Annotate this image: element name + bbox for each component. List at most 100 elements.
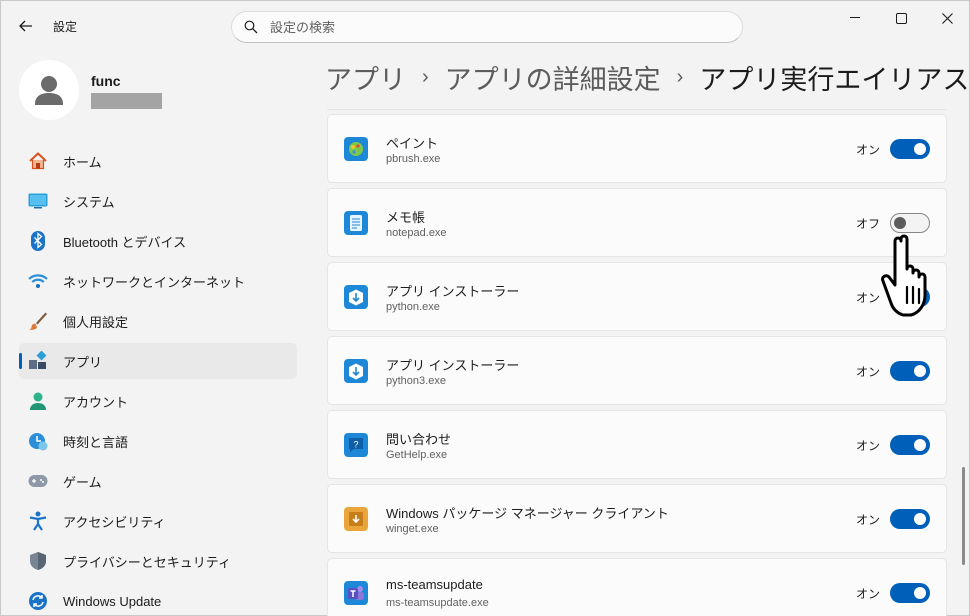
- scrollbar-thumb[interactable]: [962, 467, 965, 565]
- sidebar-item-label: アクセシビリティ: [63, 514, 166, 530]
- sidebar-item-privacy[interactable]: プライバシーとセキュリティ: [19, 543, 297, 579]
- toggle-knob: [914, 291, 926, 303]
- paint-icon: [344, 137, 368, 161]
- alias-row-python3: アプリ インストーラー python3.exe オン: [327, 336, 947, 405]
- app-name: ms-teamsupdate: [386, 577, 483, 592]
- sidebar-item-label: Bluetooth とデバイス: [63, 234, 187, 250]
- teams-icon: [344, 581, 368, 605]
- app-name: 問い合わせ: [386, 432, 452, 447]
- minimize-icon: [850, 17, 860, 18]
- app-exe: python3.exe: [386, 375, 446, 387]
- shield-icon: [27, 550, 49, 572]
- toggle-state-label: オン: [856, 365, 881, 379]
- get-help-icon: ?: [344, 433, 368, 457]
- back-button[interactable]: [13, 13, 39, 39]
- divider: [327, 109, 947, 110]
- sidebar-item-home[interactable]: ホーム: [19, 143, 297, 179]
- avatar[interactable]: [19, 60, 79, 120]
- app-name: アプリ インストーラー: [386, 358, 520, 373]
- winget-icon: [344, 507, 368, 531]
- alias-row-python: アプリ インストーラー python.exe オン: [327, 262, 947, 331]
- close-button[interactable]: [925, 1, 969, 35]
- sidebar-item-label: アプリ: [63, 354, 103, 370]
- page-title: アプリ実行エイリアス: [699, 64, 970, 95]
- alias-row-notepad: メモ帳 notepad.exe オフ: [327, 188, 947, 257]
- app-name: メモ帳: [386, 210, 426, 225]
- toggle-state-label: オン: [856, 587, 881, 601]
- bluetooth-icon: [27, 230, 49, 252]
- sidebar-item-label: ネットワークとインターネット: [63, 274, 246, 290]
- minimize-button[interactable]: [833, 1, 877, 35]
- app-title: 設定: [53, 20, 78, 34]
- alias-toggle[interactable]: [890, 139, 930, 159]
- title-bar: 設定: [1, 1, 970, 51]
- accessibility-icon: [27, 510, 49, 532]
- sidebar-item-network[interactable]: ネットワークとインターネット: [19, 263, 297, 299]
- breadcrumb: アプリ › アプリの詳細設定 › アプリ実行エイリアス: [325, 57, 969, 97]
- brush-icon: [27, 310, 49, 332]
- toggle-knob: [914, 143, 926, 155]
- alias-toggle[interactable]: [890, 213, 930, 233]
- alias-toggle[interactable]: [890, 287, 930, 307]
- alias-list: ペイント pbrush.exe オン メモ帳 notepad.exe オフ アプ…: [327, 109, 947, 616]
- app-installer-icon: [344, 359, 368, 383]
- app-exe: notepad.exe: [386, 227, 447, 239]
- sidebar-item-gaming[interactable]: ゲーム: [19, 463, 297, 499]
- toggle-state-label: オン: [856, 513, 881, 527]
- toggle-knob: [914, 439, 926, 451]
- user-avatar-icon: [19, 60, 79, 120]
- notepad-icon: [344, 211, 368, 235]
- breadcrumb-apps[interactable]: アプリ: [325, 58, 406, 97]
- app-installer-icon: [344, 285, 368, 309]
- sidebar-item-label: Windows Update: [63, 593, 162, 609]
- toggle-state-label: オフ: [856, 217, 881, 231]
- search-input[interactable]: [270, 19, 710, 35]
- breadcrumb-advanced-app-settings[interactable]: アプリの詳細設定: [445, 58, 661, 97]
- alias-toggle[interactable]: [890, 361, 930, 381]
- sidebar-item-system[interactable]: システム: [19, 183, 297, 219]
- toggle-knob: [914, 365, 926, 377]
- alias-toggle[interactable]: [890, 583, 930, 603]
- app-name: アプリ インストーラー: [386, 284, 520, 299]
- sidebar-item-bluetooth[interactable]: Bluetooth とデバイス: [19, 223, 297, 259]
- alias-row-teams-update: ms-teamsupdate ms-teamsupdate.exe オン: [327, 558, 947, 616]
- user-email-redacted: [91, 93, 162, 109]
- alias-toggle[interactable]: [890, 435, 930, 455]
- alias-row-paint: ペイント pbrush.exe オン: [327, 114, 947, 183]
- sidebar-item-apps[interactable]: アプリ: [19, 343, 297, 379]
- app-exe: winget.exe: [386, 523, 439, 535]
- settings-window: 設定 func: [0, 0, 970, 616]
- wifi-icon: [27, 270, 49, 292]
- toggle-state-label: オン: [856, 143, 881, 157]
- sidebar-item-label: システム: [63, 194, 115, 210]
- time-language-icon: [27, 430, 49, 452]
- toggle-state-label: オン: [856, 291, 881, 305]
- toggle-knob: [914, 513, 926, 525]
- sidebar-item-personalization[interactable]: 個人用設定: [19, 303, 297, 339]
- sidebar-item-label: プライバシーとセキュリティ: [63, 554, 231, 570]
- chevron-right-icon: ›: [676, 65, 684, 88]
- sidebar-nav: ホーム システム Bluetooth とデバイス ネットワークとインターネット …: [19, 143, 297, 616]
- alias-row-gethelp: ? 問い合わせ GetHelp.exe オン: [327, 410, 947, 479]
- app-exe: python.exe: [386, 301, 440, 313]
- account-icon: [27, 390, 49, 412]
- app-name: Windows パッケージ マネージャー クライアント: [386, 506, 669, 521]
- app-exe: ms-teamsupdate.exe: [386, 597, 489, 609]
- sidebar-item-time-language[interactable]: 時刻と言語: [19, 423, 297, 459]
- maximize-button[interactable]: [879, 1, 923, 35]
- sidebar-item-accounts[interactable]: アカウント: [19, 383, 297, 419]
- sidebar-item-label: 個人用設定: [63, 314, 129, 330]
- gamepad-icon: [27, 470, 49, 492]
- sidebar-item-windows-update[interactable]: Windows Update: [19, 583, 297, 616]
- app-name: ペイント: [386, 136, 439, 151]
- sidebar-item-label: ホーム: [63, 154, 102, 170]
- alias-toggle[interactable]: [890, 509, 930, 529]
- search-box[interactable]: [231, 11, 743, 43]
- sidebar-item-accessibility[interactable]: アクセシビリティ: [19, 503, 297, 539]
- user-name: func: [91, 73, 121, 89]
- update-icon: [27, 590, 49, 612]
- back-arrow-icon: [19, 20, 32, 32]
- search-icon: [244, 20, 258, 34]
- toggle-state-label: オン: [856, 439, 881, 453]
- alias-row-winget: Windows パッケージ マネージャー クライアント winget.exe オ…: [327, 484, 947, 553]
